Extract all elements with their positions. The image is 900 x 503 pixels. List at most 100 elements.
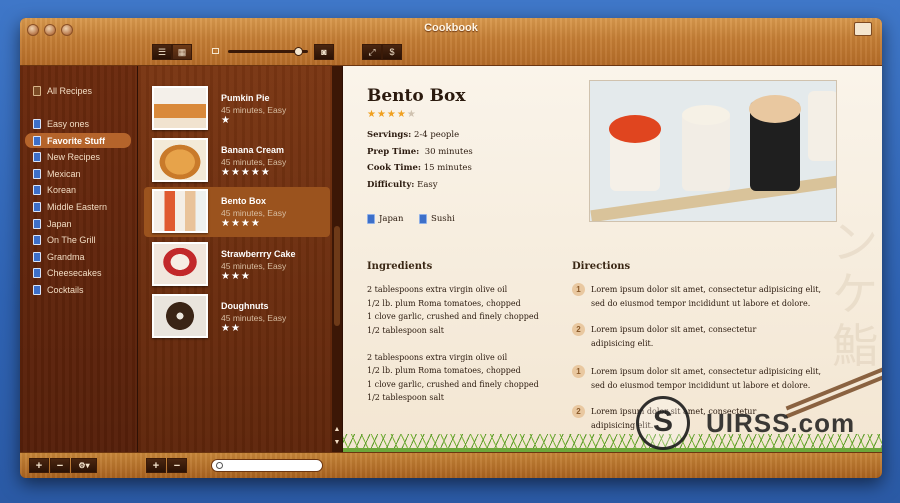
toolbar-toggle-button[interactable]	[854, 22, 872, 36]
action-buttons: ⤢ $	[362, 44, 402, 60]
recipe-title: Bento Box	[367, 86, 466, 106]
recipe-row-pumkin-pie[interactable]: Pumkin Pie 45 minutes, Easy ★	[144, 84, 330, 134]
ingredient-item: 2 tablespoons extra virgin olive oil	[367, 285, 508, 294]
scrollbar-thumb[interactable]	[334, 226, 340, 326]
step-number: 1	[572, 283, 585, 296]
recipe-rating: ★★★★★	[221, 167, 271, 178]
recipe-meta: 45 minutes, Easy	[221, 313, 287, 323]
decorative-kanji: ンケ鮨	[832, 215, 878, 373]
sidebar-item-on-the-grill[interactable]: On The Grill	[25, 232, 131, 247]
zoom-slider[interactable]	[228, 47, 308, 56]
collection-icon	[33, 184, 41, 195]
difficulty-field: Difficulty: Easy	[367, 180, 438, 190]
ingredient-item: 2 tablespoons extra virgin olive oil	[367, 353, 508, 362]
collection-icon	[367, 214, 375, 224]
sidebar-item-label: Japan	[47, 218, 72, 229]
recipe-name: Strawberrry Cake	[221, 249, 296, 259]
large-size-button[interactable]: ◙	[314, 44, 334, 60]
dollar-button[interactable]: $	[382, 44, 402, 60]
collection-icon	[33, 284, 41, 295]
sidebar-item-korean[interactable]: Korean	[25, 182, 131, 197]
recipe-meta: 45 minutes, Easy	[221, 261, 287, 271]
recipe-meta: 45 minutes, Easy	[221, 208, 287, 218]
expand-icon: ⤢	[368, 46, 376, 57]
plus-icon: +	[152, 459, 160, 472]
collection-icon	[33, 135, 41, 146]
collection-icon	[33, 234, 41, 245]
recipe-detail: Bento Box ★★★★★ Servings: 2-4 people Pre…	[343, 66, 882, 452]
person-icon: ◙	[321, 47, 327, 57]
ingredient-item: 1/2 lb. plum Roma tomatoes, chopped	[367, 299, 521, 308]
sidebar-item-cocktails[interactable]: Cocktails	[25, 282, 131, 297]
watermark-logo: S	[636, 396, 690, 450]
ingredient-item: 1 clove garlic, crushed and finely chopp…	[367, 380, 539, 389]
zoom-slider-knob[interactable]	[294, 47, 303, 56]
recipe-thumbnail	[152, 294, 208, 338]
sidebar-item-label: New Recipes	[47, 151, 101, 162]
collection-icon	[419, 214, 427, 224]
collection-icon	[33, 218, 41, 229]
sidebar-item-new-recipes[interactable]: New Recipes	[25, 149, 131, 164]
sidebar-item-label: Korean	[47, 184, 77, 195]
recipe-row-strawberrry-cake[interactable]: Strawberrry Cake 45 minutes, Easy ★★★	[144, 240, 330, 290]
recipe-meta: 45 minutes, Easy	[221, 105, 287, 115]
sidebar: All Recipes Easy ones Favorite Stuff New…	[20, 66, 138, 452]
recipe-star-rating[interactable]: ★★★★★	[367, 109, 417, 120]
grid-icon: ▦	[177, 46, 187, 57]
sidebar-item-all-recipes[interactable]: All Recipes	[25, 83, 131, 98]
recipe-row-doughnuts[interactable]: Doughnuts 45 minutes, Easy ★★	[144, 292, 330, 342]
sidebar-item-grandma[interactable]: Grandma	[25, 249, 131, 264]
view-mode-toggle: ☰ ▦	[152, 44, 192, 60]
window-title: Cookbook	[424, 22, 478, 34]
sidebar-item-middle-eastern[interactable]: Middle Eastern	[25, 199, 131, 214]
recipe-row-bento-box[interactable]: Bento Box 45 minutes, Easy ★★★★	[144, 187, 330, 237]
add-collection-button[interactable]: +	[29, 458, 49, 473]
search-input[interactable]	[211, 459, 323, 472]
minus-icon: −	[173, 459, 181, 472]
collection-icon	[33, 201, 41, 212]
scroll-up-icon[interactable]: ▲	[332, 426, 342, 433]
recipe-thumbnail	[152, 189, 208, 233]
list-view-button[interactable]: ☰	[152, 44, 172, 60]
tag-sushi[interactable]: Sushi	[419, 214, 455, 224]
recipe-list-scrollbar[interactable]: ▲ ▼	[332, 66, 342, 452]
sidebar-item-label: Easy ones	[47, 118, 90, 129]
search-icon	[216, 462, 223, 469]
collection-actions-button[interactable]: ⚙▾	[71, 458, 97, 473]
scroll-down-icon[interactable]: ▼	[332, 439, 342, 446]
sidebar-item-cheesecakes[interactable]: Cheesecakes	[25, 265, 131, 280]
sushi-photo-art	[590, 81, 836, 221]
sidebar-item-japan[interactable]: Japan	[25, 216, 131, 231]
sidebar-item-label: Middle Eastern	[47, 201, 108, 212]
recipe-row-banana-cream[interactable]: Banana Cream 45 minutes, Easy ★★★★★	[144, 136, 330, 186]
recipe-meta: 45 minutes, Easy	[221, 157, 287, 167]
tag-japan[interactable]: Japan	[367, 214, 403, 224]
fullscreen-button[interactable]: ⤢	[362, 44, 382, 60]
prep-time-field: Prep Time: 30 minutes	[367, 147, 473, 157]
recipe-name: Pumkin Pie	[221, 93, 270, 103]
add-recipe-button[interactable]: +	[146, 458, 166, 473]
recipe-name: Doughnuts	[221, 301, 269, 311]
recipe-rating: ★★★★	[221, 218, 261, 229]
collection-icon	[33, 251, 41, 262]
sidebar-item-label: Mexican	[47, 168, 81, 179]
step-number: 2	[572, 323, 585, 336]
recipe-photo	[589, 80, 837, 222]
sidebar-item-label: All Recipes	[47, 85, 93, 96]
recipe-thumbnail	[152, 242, 208, 286]
sidebar-item-label: On The Grill	[47, 234, 96, 245]
cook-time-field: Cook Time: 15 minutes	[367, 163, 472, 173]
collection-icon	[33, 151, 41, 162]
recipe-thumbnail	[152, 86, 208, 130]
remove-recipe-button[interactable]: −	[167, 458, 187, 473]
sidebar-item-favorite-stuff[interactable]: Favorite Stuff	[25, 133, 131, 148]
remove-collection-button[interactable]: −	[50, 458, 70, 473]
recipe-thumbnail	[152, 138, 208, 182]
sidebar-item-easy-ones[interactable]: Easy ones	[25, 116, 131, 131]
recipe-rating: ★★	[221, 323, 241, 334]
ingredients-heading: Ingredients	[367, 261, 433, 272]
grid-view-button[interactable]: ▦	[172, 44, 192, 60]
step-number: 1	[572, 365, 585, 378]
sidebar-item-mexican[interactable]: Mexican	[25, 166, 131, 181]
plus-icon: +	[35, 459, 43, 472]
